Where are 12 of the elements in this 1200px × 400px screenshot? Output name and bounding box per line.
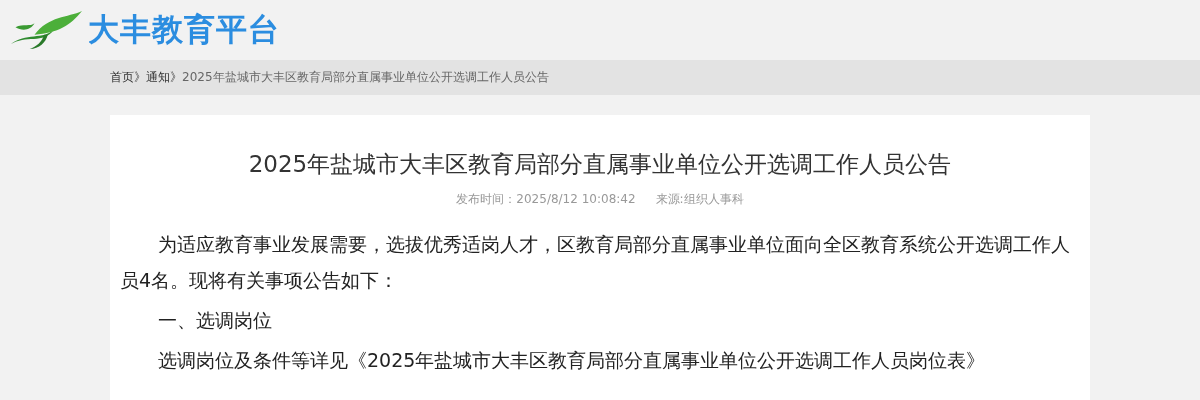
article-source: 来源:组织人事科 (655, 191, 744, 208)
site-name: 大丰教育平台 (88, 10, 280, 49)
article-paragraph: 一、选调岗位 (157, 308, 273, 333)
article-paragraph: 选调岗位及条件等详见《2025年盐城市大丰区教育局部分直属事业单位公开选调工作人员岗位表》 (157, 348, 987, 373)
breadcrumb-link[interactable]: 通知 (146, 69, 170, 86)
breadcrumb-separator: 》 (170, 69, 182, 86)
breadcrumb-current: 2025年盐城市大丰区教育局部分直属事业单位公开选调工作人员公告 (182, 69, 549, 86)
article-title: 2025年盐城市大丰区教育局部分直属事业单位公开选调工作人员公告 (247, 150, 953, 179)
breadcrumb-separator: 》 (134, 69, 146, 86)
breadcrumb-link[interactable]: 首页 (110, 69, 134, 86)
article-paragraph: 为适应教育事业发展需要，选拔优秀适岗人才，区教育局部分直属事业单位面向全区教育系统公开选调工作人员4名。现将有关事项公告如下： (120, 232, 1071, 293)
publish-time: 发布时间：2025/8/12 10:08:42 (456, 191, 636, 208)
